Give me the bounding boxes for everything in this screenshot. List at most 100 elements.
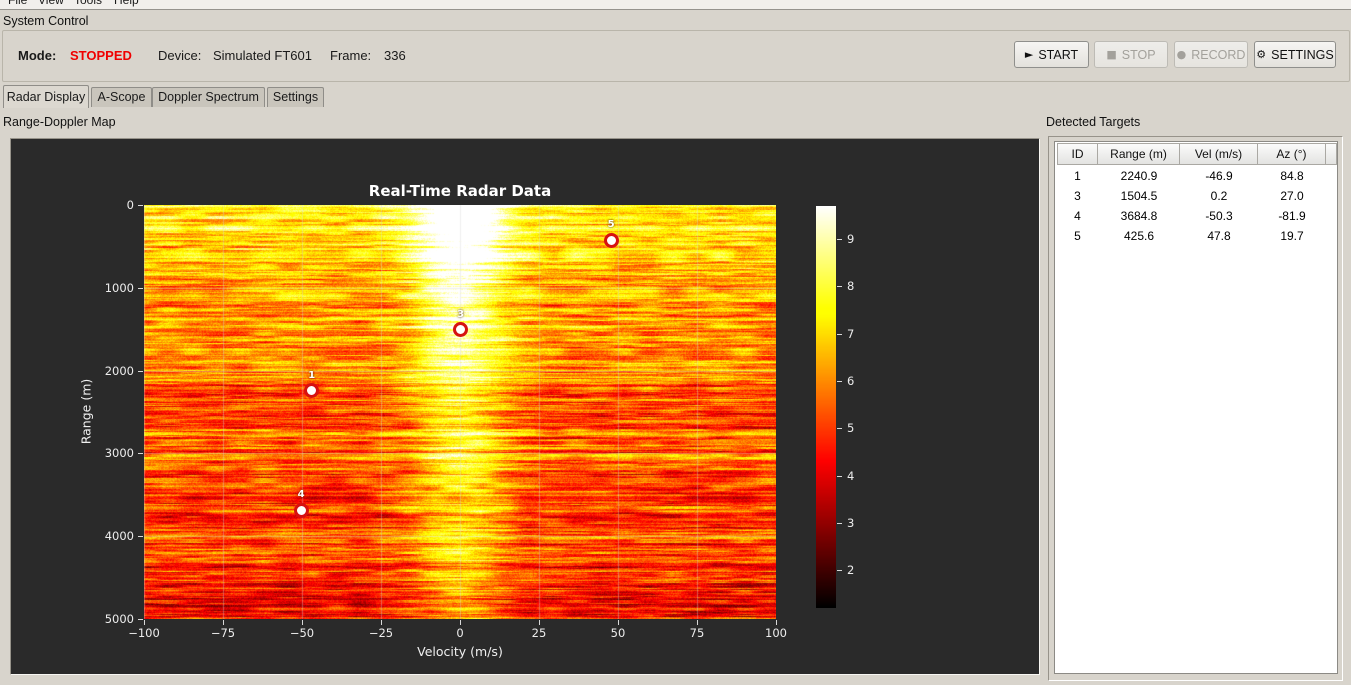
column-header[interactable]: Vel (m/s)	[1180, 143, 1258, 165]
colorbar-tick-mark	[837, 380, 842, 382]
stop-button: ■ STOP	[1094, 41, 1168, 68]
x-tick-mark	[539, 620, 540, 625]
range-doppler-map-label: Range-Doppler Map	[3, 115, 116, 129]
column-header-filler	[1326, 143, 1337, 165]
table-cell: 5	[1074, 229, 1081, 243]
x-tick-mark	[223, 620, 224, 625]
table-row[interactable]: 1 2240.9 -46.9 84.8	[1055, 166, 1337, 186]
colorbar-tick-label: 9	[847, 232, 855, 247]
x-tick-mark	[697, 620, 698, 625]
target-marker-label: 3	[457, 308, 465, 320]
table-cell: -46.9	[1205, 169, 1233, 183]
table-cell: 47.8	[1207, 229, 1231, 243]
table-cell: -81.9	[1278, 209, 1306, 223]
gear-icon: ⚙	[1256, 48, 1267, 61]
table-cell: 27.0	[1280, 189, 1304, 203]
table-body: 1 2240.9 -46.9 84.8 3 1504.5 0.2 27.0 4 3684.8 -50…	[1055, 166, 1337, 246]
y-tick-mark	[138, 453, 143, 455]
y-tick-mark	[138, 205, 143, 206]
menu-item-tools[interactable]: Tools	[74, 0, 102, 7]
table-row[interactable]: 5 425.6 47.8 19.7	[1055, 226, 1337, 246]
y-tick-mark	[138, 287, 143, 289]
colorbar-tick-label: 5	[847, 421, 855, 436]
x-tick-mark	[381, 620, 382, 625]
x-tick-label: 25	[531, 626, 547, 640]
table-cell: 1	[1074, 169, 1081, 183]
table-cell: 19.7	[1280, 229, 1304, 243]
x-tick-mark	[460, 620, 461, 625]
x-tick-label: −25	[368, 626, 394, 640]
column-header[interactable]: ID	[1057, 143, 1098, 165]
colorbar-tick-mark	[837, 239, 842, 241]
range-doppler-plot-panel: Real-Time Radar Data Velocity (m/s) Rang…	[10, 138, 1040, 675]
table-row[interactable]: 4 3684.8 -50.3 -81.9	[1055, 206, 1337, 226]
y-tick-label: 2000	[104, 363, 134, 378]
radar-app-window: File View Tools Help System Control Mode: S…	[0, 0, 1351, 685]
system-control-group-label: System Control	[3, 14, 89, 28]
menu-item-help[interactable]: Help	[114, 0, 139, 7]
menu-item-file[interactable]: File	[8, 0, 27, 7]
x-tick-mark	[776, 620, 777, 625]
range-doppler-heatmap[interactable]	[144, 205, 776, 619]
colorbar-tick-label: 3	[847, 515, 855, 530]
table-row[interactable]: 3 1504.5 0.2 27.0	[1055, 186, 1337, 206]
target-marker-label: 4	[297, 489, 305, 501]
tab-settings[interactable]: Settings	[267, 87, 324, 107]
target-marker-label: 5	[607, 219, 615, 231]
frame-label: Frame:	[330, 48, 372, 63]
x-tick-label: 50	[610, 626, 626, 640]
column-header[interactable]: Az (°)	[1258, 143, 1326, 165]
target-marker-label: 1	[308, 369, 316, 381]
settings-button[interactable]: ⚙ SETTINGS	[1254, 41, 1336, 68]
menu-item-view[interactable]: View	[38, 0, 64, 7]
table-cell: 1504.5	[1120, 189, 1158, 203]
x-tick-label: 75	[689, 626, 705, 640]
colorbar-tick-label: 2	[847, 563, 855, 578]
y-tick-label: 1000	[104, 280, 134, 295]
tab-doppler-spectrum[interactable]: Doppler Spectrum	[152, 87, 265, 107]
table-cell: -50.3	[1205, 209, 1233, 223]
play-icon: ►	[1024, 48, 1034, 61]
mode-value: STOPPED	[70, 48, 132, 63]
tab-radar-display[interactable]: Radar Display	[3, 85, 89, 108]
target-marker[interactable]	[293, 502, 309, 518]
device-value: Simulated FT601	[213, 48, 312, 63]
table-cell: 3	[1074, 189, 1081, 203]
x-tick-label: 0	[456, 626, 464, 640]
table-cell: 2240.9	[1120, 169, 1158, 183]
x-tick-label: −75	[210, 626, 236, 640]
colorbar-tick-label: 8	[847, 279, 855, 294]
y-tick-label: 3000	[104, 446, 134, 461]
mode-label: Mode:	[18, 48, 57, 63]
start-button[interactable]: ► START	[1014, 41, 1089, 68]
colorbar-tick-mark	[837, 428, 842, 430]
record-icon: ●	[1176, 48, 1187, 61]
target-marker[interactable]	[603, 232, 619, 248]
x-axis-label: Velocity (m/s)	[417, 644, 503, 659]
column-header[interactable]: Range (m)	[1098, 143, 1180, 165]
y-axis-label: Range (m)	[78, 378, 94, 445]
y-tick-mark	[138, 619, 143, 620]
colorbar-tick-label: 6	[847, 373, 855, 388]
y-tick-label: 4000	[104, 529, 134, 544]
stop-icon: ■	[1106, 48, 1117, 61]
tab-a-scope[interactable]: A-Scope	[91, 87, 152, 107]
table-cell: 0.2	[1210, 189, 1228, 203]
detected-targets-table[interactable]: ID Range (m) Vel (m/s) Az (°) 1 2240.9 -46.9 8…	[1054, 141, 1338, 674]
x-tick-mark	[144, 620, 145, 625]
x-tick-label: −100	[128, 626, 160, 640]
colorbar-tick-mark	[837, 570, 842, 572]
button-label: RECORD	[1191, 47, 1246, 62]
detected-targets-label: Detected Targets	[1046, 115, 1141, 129]
colorbar-tick-mark	[837, 286, 842, 288]
button-label: SETTINGS	[1271, 47, 1334, 62]
y-tick-label: 5000	[104, 612, 134, 626]
table-header-row: ID Range (m) Vel (m/s) Az (°)	[1055, 142, 1337, 166]
y-tick-mark	[138, 370, 143, 372]
plot-title: Real-Time Radar Data	[368, 182, 552, 200]
colorbar-tick-label: 7	[847, 326, 855, 341]
x-tick-label: 100	[765, 626, 787, 640]
colorbar	[816, 206, 836, 608]
table-cell: 3684.8	[1120, 209, 1158, 223]
table-cell: 84.8	[1280, 169, 1304, 183]
